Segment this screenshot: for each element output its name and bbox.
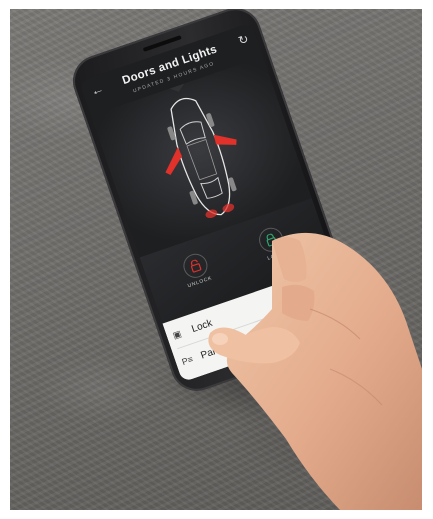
hand-palm — [226, 232, 422, 510]
photo: ← Doors and Lights ↻ UPDATED 3 HOURS AGO — [10, 9, 422, 510]
thumb — [208, 327, 300, 364]
hand — [208, 232, 422, 510]
finger-middle — [282, 284, 315, 321]
thumbnail — [212, 333, 228, 345]
